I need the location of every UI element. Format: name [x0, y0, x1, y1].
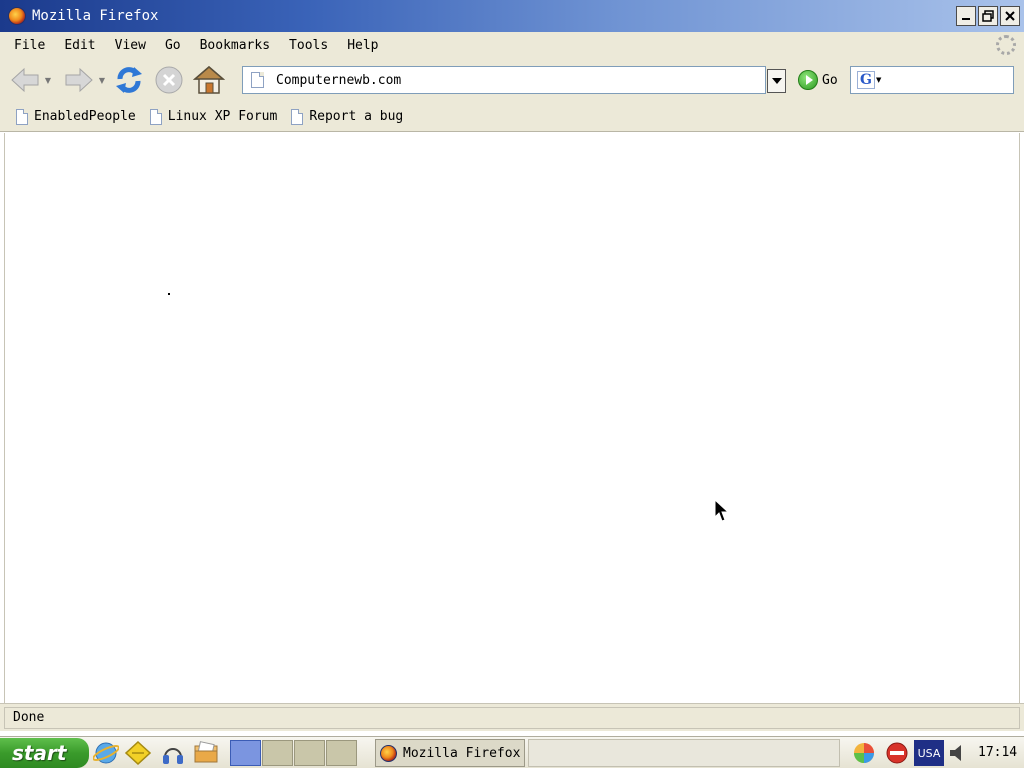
back-history-dropdown[interactable]: ▼ — [42, 63, 54, 97]
color-wheel-icon — [854, 743, 874, 763]
go-label: Go — [822, 72, 838, 88]
quicklaunch-media[interactable] — [159, 740, 187, 766]
url-text[interactable]: Computernewb.com — [276, 73, 401, 88]
bookmark-report-a-bug[interactable]: Report a bug — [291, 108, 404, 125]
stop-icon — [155, 66, 183, 94]
home-button[interactable] — [192, 63, 226, 97]
headphones-icon — [163, 748, 183, 764]
url-bar[interactable]: Computernewb.com — [242, 66, 766, 94]
no-entry-icon — [886, 742, 908, 764]
quicklaunch-app[interactable] — [124, 740, 152, 766]
page-icon — [251, 72, 264, 88]
window-controls — [956, 6, 1020, 26]
navigation-toolbar: ▼ ▼ Computernewb.com Go G ▼ — [0, 58, 1024, 102]
home-icon — [193, 66, 225, 94]
go-button[interactable]: Go — [798, 70, 838, 90]
globe-browser-icon — [93, 742, 119, 764]
back-icon — [11, 67, 39, 93]
bookmark-label: EnabledPeople — [34, 109, 136, 124]
quicklaunch-browser[interactable] — [92, 740, 120, 766]
bookmark-label: Report a bug — [309, 109, 404, 124]
firefox-icon — [8, 7, 26, 25]
page-content[interactable] — [4, 133, 1020, 703]
url-history-dropdown[interactable] — [767, 69, 786, 93]
menu-help[interactable]: Help — [347, 38, 378, 53]
window-title: Mozilla Firefox — [32, 8, 159, 24]
workspace-1[interactable] — [230, 740, 261, 766]
forward-button[interactable] — [62, 63, 96, 97]
menu-file[interactable]: File — [14, 38, 45, 53]
bookmark-page-icon — [16, 108, 28, 125]
stop-button[interactable] — [152, 63, 186, 97]
menu-edit[interactable]: Edit — [64, 38, 95, 53]
window-title-bar[interactable]: Mozilla Firefox — [0, 0, 1024, 32]
search-input[interactable]: G ▼ — [850, 66, 1014, 94]
reload-button[interactable] — [112, 63, 146, 97]
forward-history-dropdown[interactable]: ▼ — [96, 63, 108, 97]
tray-blocker[interactable] — [884, 740, 910, 766]
reload-icon — [116, 67, 142, 93]
bookmark-page-icon — [291, 108, 304, 125]
close-button[interactable] — [1000, 6, 1020, 26]
workspace-switcher — [230, 740, 358, 766]
tray-network[interactable] — [851, 740, 877, 766]
menu-bar: File Edit View Go Bookmarks Tools Help — [0, 32, 1024, 58]
status-bar: Done — [0, 703, 1024, 731]
firefox-icon — [380, 744, 397, 762]
mouse-cursor-icon — [714, 499, 730, 522]
back-button[interactable] — [8, 63, 42, 97]
workspace-4[interactable] — [326, 740, 357, 766]
clock[interactable]: 17:14 — [978, 745, 1017, 760]
menu-go[interactable]: Go — [165, 38, 181, 53]
menu-tools[interactable]: Tools — [289, 38, 328, 53]
taskbar: start Mozilla Firefox USA 17:14 — [0, 736, 1024, 768]
throbber-icon — [996, 35, 1016, 55]
close-icon — [1005, 11, 1015, 21]
keyboard-layout-indicator[interactable]: USA — [914, 740, 944, 766]
task-label: Mozilla Firefox — [403, 745, 521, 761]
tray-volume[interactable] — [945, 740, 971, 766]
restore-icon — [982, 10, 994, 22]
forward-icon — [65, 67, 93, 93]
bookmarks-toolbar: EnabledPeople Linux XP Forum Report a bu… — [0, 102, 1024, 132]
restore-button[interactable] — [978, 6, 998, 26]
search-engine-dropdown-icon: ▼ — [876, 76, 882, 84]
menu-view[interactable]: View — [115, 38, 146, 53]
bookmark-label: Linux XP Forum — [167, 109, 278, 124]
bookmark-linux-xp-forum[interactable]: Linux XP Forum — [149, 108, 278, 125]
content-dot — [168, 293, 170, 295]
workspace-2[interactable] — [262, 740, 293, 766]
chevron-down-icon — [771, 78, 782, 84]
go-arrow-icon — [798, 70, 818, 90]
workspace-3[interactable] — [294, 740, 325, 766]
folder-icon — [194, 741, 218, 763]
start-label: start — [12, 741, 67, 765]
quicklaunch-files[interactable] — [192, 740, 220, 766]
menu-bookmarks[interactable]: Bookmarks — [200, 38, 270, 53]
start-button[interactable]: start — [0, 738, 89, 768]
speaker-icon — [950, 745, 961, 761]
bookmark-page-icon — [149, 108, 162, 125]
minimize-button[interactable] — [956, 6, 976, 26]
diamond-app-icon — [125, 741, 151, 765]
status-text: Done — [4, 706, 1020, 729]
taskbar-task-firefox[interactable]: Mozilla Firefox — [375, 739, 525, 767]
search-engine-icon[interactable]: G — [857, 71, 875, 89]
bookmark-enabledpeople[interactable]: EnabledPeople — [16, 108, 136, 125]
taskbar-empty-area — [528, 739, 840, 767]
minimize-icon — [962, 18, 970, 20]
